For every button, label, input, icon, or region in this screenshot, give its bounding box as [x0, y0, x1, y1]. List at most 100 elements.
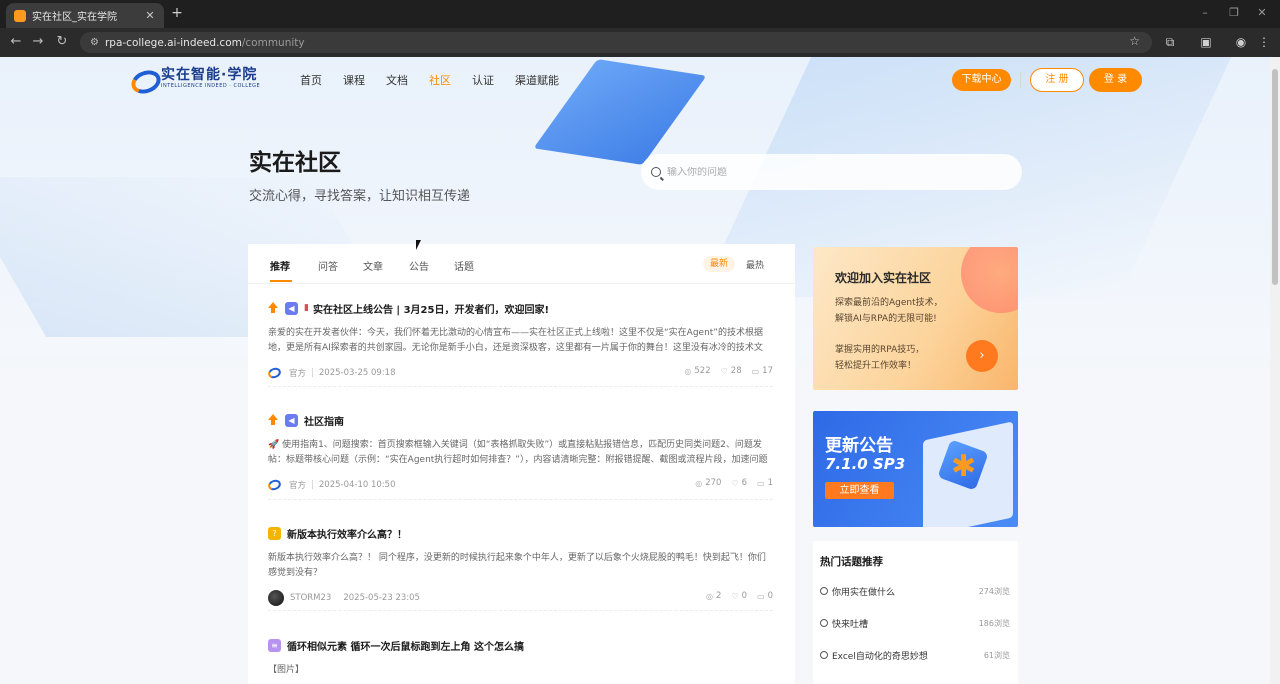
post-title[interactable]: 循环相似元素 循环一次后鼠标跑到左上角 这个怎么搞 [287, 638, 524, 653]
browser-tab-active[interactable]: 实在社区_实在学院 ✕ [6, 3, 164, 28]
extensions-icon[interactable]: ⧉ [1162, 35, 1178, 50]
browser-tabbar: 实在社区_实在学院 ✕ + – ❐ ✕ [0, 0, 1280, 28]
topic-views: 61浏览 [983, 650, 1010, 660]
post-author[interactable]: STORM23 [290, 593, 331, 603]
active-tab-indicator [270, 280, 292, 282]
logo-en: INTELLIGENCE INDEED · COLLEGE [161, 82, 261, 89]
tab-articles[interactable]: 文章 [363, 258, 383, 273]
site-favicon-icon [14, 9, 26, 22]
eye-icon: ◎ [684, 366, 692, 376]
eye-icon: ◎ [706, 591, 713, 601]
topic-name: Excel自动化的奇思妙想 [832, 651, 928, 662]
search-icon [651, 167, 661, 177]
download-center-button[interactable]: 下载中心 [952, 69, 1011, 91]
nav-channel[interactable]: 渠道赋能 [515, 72, 559, 88]
sort-hottest-button[interactable]: 最热 [746, 258, 764, 271]
post-author[interactable]: 官方 [289, 367, 306, 379]
post-excerpt: 亲爱的实在开发者伙伴：今天，我们怀着无比激动的心情宣布——实在社区正式上线啦！这… [268, 328, 763, 353]
post-item[interactable]: ≡ 循环相似元素 循环一次后鼠标跑到左上角 这个怎么搞 【图片】 [268, 637, 773, 684]
update-announcement-card[interactable]: ✱ 更新公告 7.1.0 SP3 立即查看 [813, 411, 1018, 527]
post-meta: STORM23 2025-05-23 23:05 ◎ 2 ♡ 0 ▭ 0 [268, 590, 773, 606]
scrollbar-thumb[interactable] [1272, 69, 1278, 285]
side-panel-icon[interactable]: ▣ [1198, 35, 1214, 49]
topic-item[interactable]: 你用实在做什么 274浏览 [820, 584, 1010, 598]
nav-home[interactable]: 首页 [300, 72, 322, 88]
menu-icon[interactable]: ⋮ [1256, 35, 1272, 49]
post-title[interactable]: 社区指南 [304, 413, 344, 428]
tab-topics[interactable]: 话题 [454, 258, 474, 273]
url-host: rpa-college.ai-indeed.com [104, 36, 242, 49]
topic-name: 快来吐槽 [832, 619, 869, 630]
maximize-icon[interactable]: ❐ [1227, 6, 1241, 19]
topic-views: 274浏览 [978, 586, 1010, 596]
browser-toolbar: ← → ↻ ⚙ rpa-college.ai-indeed.com /commu… [0, 28, 1280, 57]
tab-recommended[interactable]: 推荐 [270, 258, 290, 273]
post-item[interactable]: ◀ 社区指南 🚀 使用指南1、问题搜索：首页搜索框输入关键词（如“表格抓取失败”… [266, 412, 773, 500]
nav-docs[interactable]: 文档 [386, 72, 408, 88]
post-head: ≡ 循环相似元素 循环一次后鼠标跑到左上角 这个怎么搞 [268, 637, 773, 653]
official-avatar [266, 478, 283, 492]
view-now-button[interactable]: 立即查看 [825, 482, 894, 499]
meta-separator: | [311, 368, 314, 378]
new-tab-button[interactable]: + [170, 5, 184, 21]
back-icon[interactable]: ← [8, 34, 24, 49]
post-item[interactable]: ? 新版本执行效率介么高？！ 新版本执行效率介么高？！ 同个程序，没更新的时候执… [268, 525, 773, 611]
nav-courses[interactable]: 课程 [343, 72, 365, 88]
profile-icon[interactable]: ◉ [1233, 35, 1249, 49]
join-arrow-button[interactable]: › [966, 340, 998, 372]
post-meta: 官方 | 2025-04-10 10:50 ◎ 270 ♡ 6 ▭ 1 [266, 478, 773, 492]
post-title[interactable]: 新版本执行效率介么高？！ [287, 526, 407, 541]
user-avatar[interactable] [268, 590, 284, 606]
post-author[interactable]: 官方 [289, 479, 306, 491]
register-button[interactable]: 注 册 [1030, 68, 1084, 92]
likes-stat[interactable]: ♡ 6 [731, 478, 747, 488]
page-scrollbar[interactable] [1270, 57, 1280, 684]
site-header: 实在智能·学院 INTELLIGENCE INDEED · COLLEGE 首页… [0, 57, 1270, 101]
post-item[interactable]: ◀ ▮ 实在社区上线公告 | 3月25日，开发者们，欢迎回家! 亲爱的实在开发者… [266, 300, 773, 387]
close-window-icon[interactable]: ✕ [1255, 6, 1269, 19]
post-title[interactable]: 实在社区上线公告 | 3月25日，开发者们，欢迎回家! [313, 301, 549, 316]
topic-name: 你用实在做什么 [832, 587, 896, 598]
post-stats: ◎ 522 ♡ 28 ▭ 17 [674, 366, 773, 376]
comments-stat[interactable]: ▭ 1 [757, 478, 773, 488]
address-bar[interactable]: ⚙ rpa-college.ai-indeed.com /community ☆ [80, 32, 1152, 53]
search-input[interactable] [667, 166, 1007, 178]
views-count: 522 [694, 366, 711, 376]
likes-stat[interactable]: ♡ 28 [721, 366, 742, 376]
post-head: ◀ ▮ 实在社区上线公告 | 3月25日，开发者们，欢迎回家! [268, 300, 773, 316]
join-card-line: 掌握实用的RPA技巧， [835, 345, 925, 355]
post-divider [268, 499, 773, 500]
sort-newest-button[interactable]: 最新 [703, 256, 735, 272]
login-button[interactable]: 登 录 [1089, 68, 1142, 92]
tab-announcements[interactable]: 公告 [409, 258, 429, 273]
page-viewport: 实在智能·学院 INTELLIGENCE INDEED · COLLEGE 首页… [0, 57, 1270, 684]
topic-item[interactable]: 快来吐槽 186浏览 [820, 616, 1010, 630]
nav-community[interactable]: 社区 [429, 72, 451, 88]
post-excerpt: 【图片】 [268, 665, 305, 675]
article-badge-icon: ≡ [268, 638, 281, 652]
comments-count: 1 [767, 478, 773, 488]
comments-stat[interactable]: ▭ 0 [757, 591, 773, 601]
topic-item[interactable]: Excel自动化的奇思妙想 61浏览 [820, 648, 1010, 662]
likes-stat[interactable]: ♡ 0 [731, 591, 747, 601]
logo-mark-icon [129, 67, 157, 89]
hot-topics-card: 热门话题推荐 你用实在做什么 274浏览 快来吐槽 186浏览 Excel自动化… [813, 541, 1018, 684]
site-logo[interactable]: 实在智能·学院 INTELLIGENCE INDEED · COLLEGE [129, 67, 260, 89]
close-tab-icon[interactable]: ✕ [144, 9, 156, 22]
bookmark-star-icon[interactable]: ☆ [1129, 34, 1140, 48]
pinned-icon [268, 414, 278, 426]
minimize-icon[interactable]: – [1198, 6, 1212, 19]
forward-icon[interactable]: → [30, 34, 46, 49]
reload-icon[interactable]: ↻ [54, 34, 70, 49]
site-info-icon[interactable]: ⚙ [90, 37, 99, 48]
nav-certification[interactable]: 认证 [472, 72, 494, 88]
tab-qa[interactable]: 问答 [318, 258, 338, 273]
views-stat: ◎ 522 [684, 366, 710, 376]
comment-icon: ▭ [757, 478, 765, 488]
join-community-card[interactable]: 欢迎加入实在社区 探索最前沿的Agent技术， 解锁AI与RPA的无限可能! 掌… [813, 247, 1018, 390]
pinned-icon [268, 302, 278, 314]
post-stats: ◎ 2 ♡ 0 ▭ 0 [696, 591, 773, 601]
topic-icon [820, 651, 828, 659]
search-box[interactable] [641, 154, 1022, 190]
comments-stat[interactable]: ▭ 17 [752, 366, 773, 376]
